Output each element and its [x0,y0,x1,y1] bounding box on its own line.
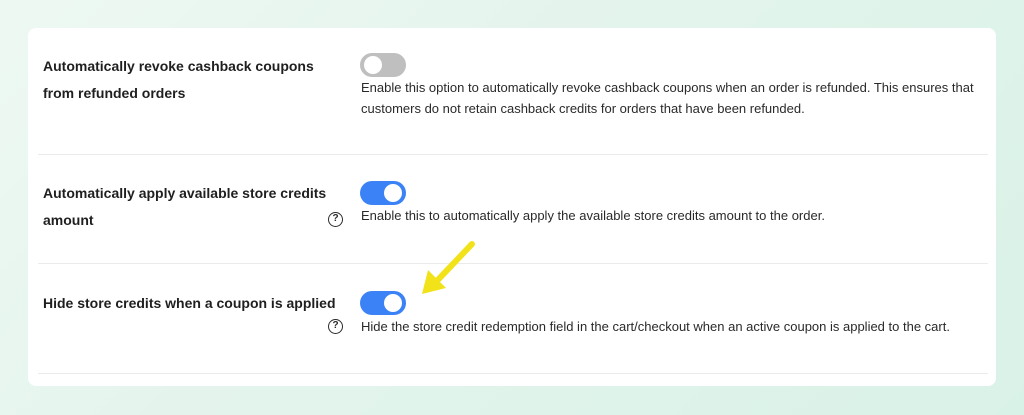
setting-label: Automatically revoke cashback coupons fr… [43,58,314,101]
help-icon[interactable]: ? [328,319,343,334]
apply-store-credits-toggle[interactable] [360,181,406,205]
setting-row-apply-store-credits: Automatically apply available store cred… [38,155,988,264]
toggle-knob [384,184,402,202]
toggle-knob [364,56,382,74]
setting-row-hide-store-credits: Hide store credits when a coupon is appl… [38,264,988,374]
arrow-pointer-icon [422,241,475,294]
setting-label: Automatically apply available store cred… [43,185,327,228]
setting-description: Enable this to automatically apply the a… [361,208,825,223]
setting-description: Hide the store credit redemption field i… [361,319,950,334]
setting-description: Enable this option to automatically revo… [361,80,974,116]
settings-card: Automatically revoke cashback coupons fr… [28,28,996,386]
row-divider [38,373,988,374]
hide-store-credits-toggle[interactable] [360,291,406,315]
toggle-knob [384,294,402,312]
revoke-cashback-toggle[interactable] [360,53,406,77]
setting-row-revoke-cashback: Automatically revoke cashback coupons fr… [38,28,988,155]
help-icon[interactable]: ? [328,212,343,227]
setting-label: Hide store credits when a coupon is appl… [43,295,336,311]
